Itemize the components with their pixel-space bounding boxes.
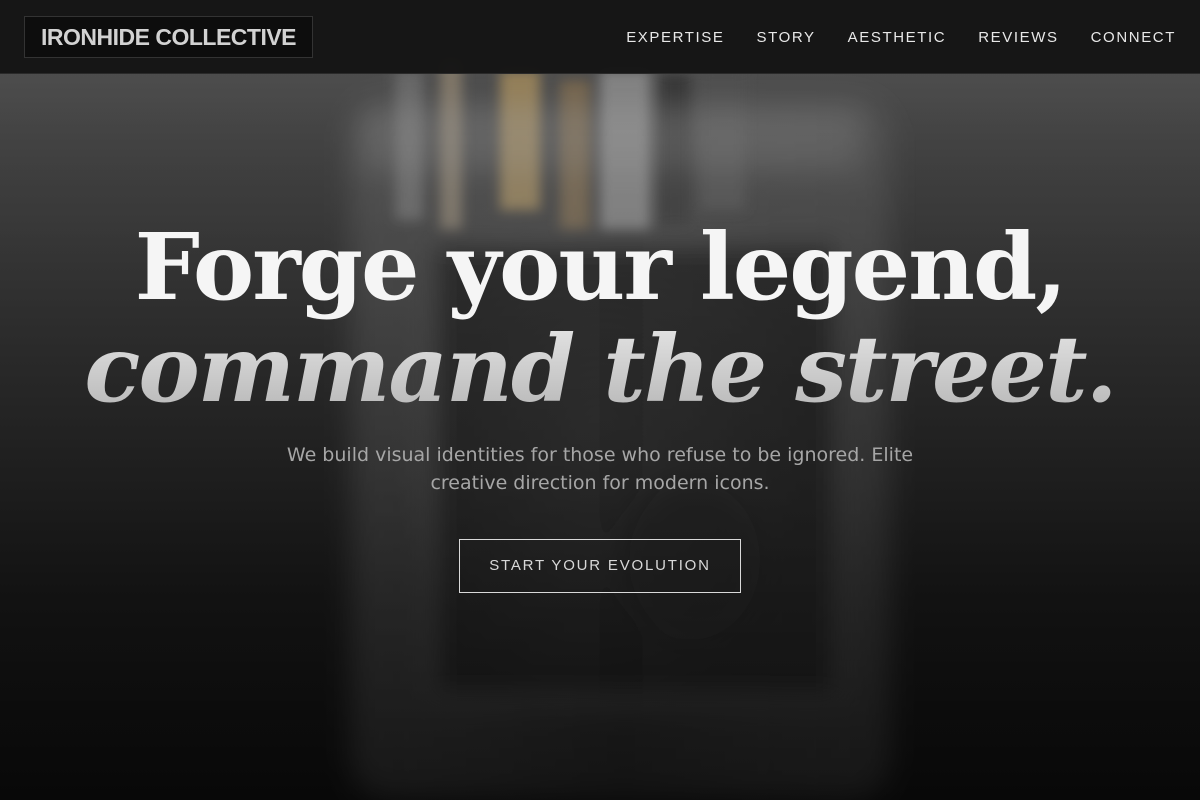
landing-page: IRONHIDE COLLECTIVE EXPERTISE STORY AEST… bbox=[0, 0, 1200, 800]
brand-logo[interactable]: IRONHIDE COLLECTIVE bbox=[24, 16, 314, 58]
hero-subheadline: We build visual identities for those who… bbox=[286, 444, 914, 494]
main-nav: EXPERTISE STORY AESTHETIC REVIEWS CONNEC… bbox=[626, 0, 1176, 74]
start-evolution-button[interactable]: START YOUR EVOLUTION bbox=[459, 539, 741, 593]
nav-link-story[interactable]: STORY bbox=[757, 29, 816, 46]
nav-link-reviews[interactable]: REVIEWS bbox=[978, 29, 1058, 46]
hero-headline-line1: Forge your legend, bbox=[134, 213, 1068, 321]
nav-link-connect[interactable]: CONNECT bbox=[1091, 29, 1176, 46]
nav-link-expertise[interactable]: EXPERTISE bbox=[626, 29, 724, 46]
hero-section: Forge your legend, command the street. W… bbox=[0, 215, 1200, 593]
nav-link-aesthetic[interactable]: AESTHETIC bbox=[848, 29, 947, 46]
site-header: IRONHIDE COLLECTIVE EXPERTISE STORY AEST… bbox=[0, 0, 1200, 74]
hero-headline-line2: command the street. bbox=[0, 319, 1200, 419]
hero-headline: Forge your legend, command the street. bbox=[0, 215, 1200, 419]
